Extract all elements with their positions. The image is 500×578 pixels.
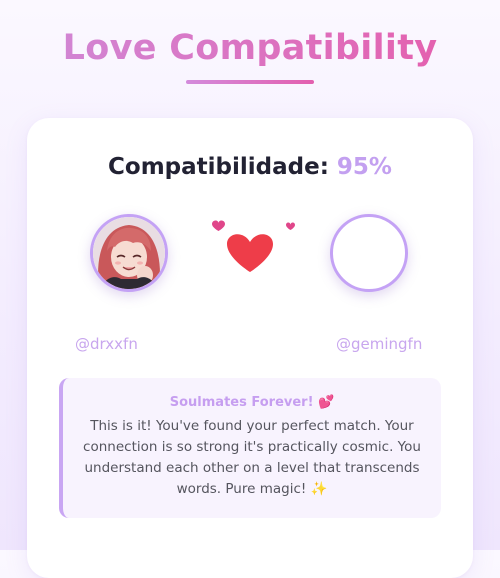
result-title: Soulmates Forever! 💕 — [169, 395, 335, 410]
heart-icon — [212, 220, 295, 272]
title-underline — [186, 80, 314, 84]
username-right: @gemingfn — [336, 335, 423, 353]
heart-graphic — [199, 210, 309, 290]
compatibility-label: Compatibilidade: — [108, 154, 329, 180]
result-body: This is it! You've found your perfect ma… — [83, 418, 421, 497]
avatar-right[interactable] — [330, 214, 408, 292]
page-title: Love Compatibility — [0, 28, 500, 68]
anime-avatar-icon — [93, 217, 165, 289]
compatibility-score: Compatibilidade: 95% — [27, 154, 473, 180]
username-left: @drxxfn — [75, 335, 138, 353]
compatibility-value: 95% — [336, 154, 392, 180]
avatar-left[interactable] — [90, 214, 168, 292]
result-message: Soulmates Forever! 💕 This is it! You've … — [59, 378, 441, 518]
compatibility-card: Compatibilidade: 95% @drxxfn @gemingfn S… — [27, 118, 473, 578]
